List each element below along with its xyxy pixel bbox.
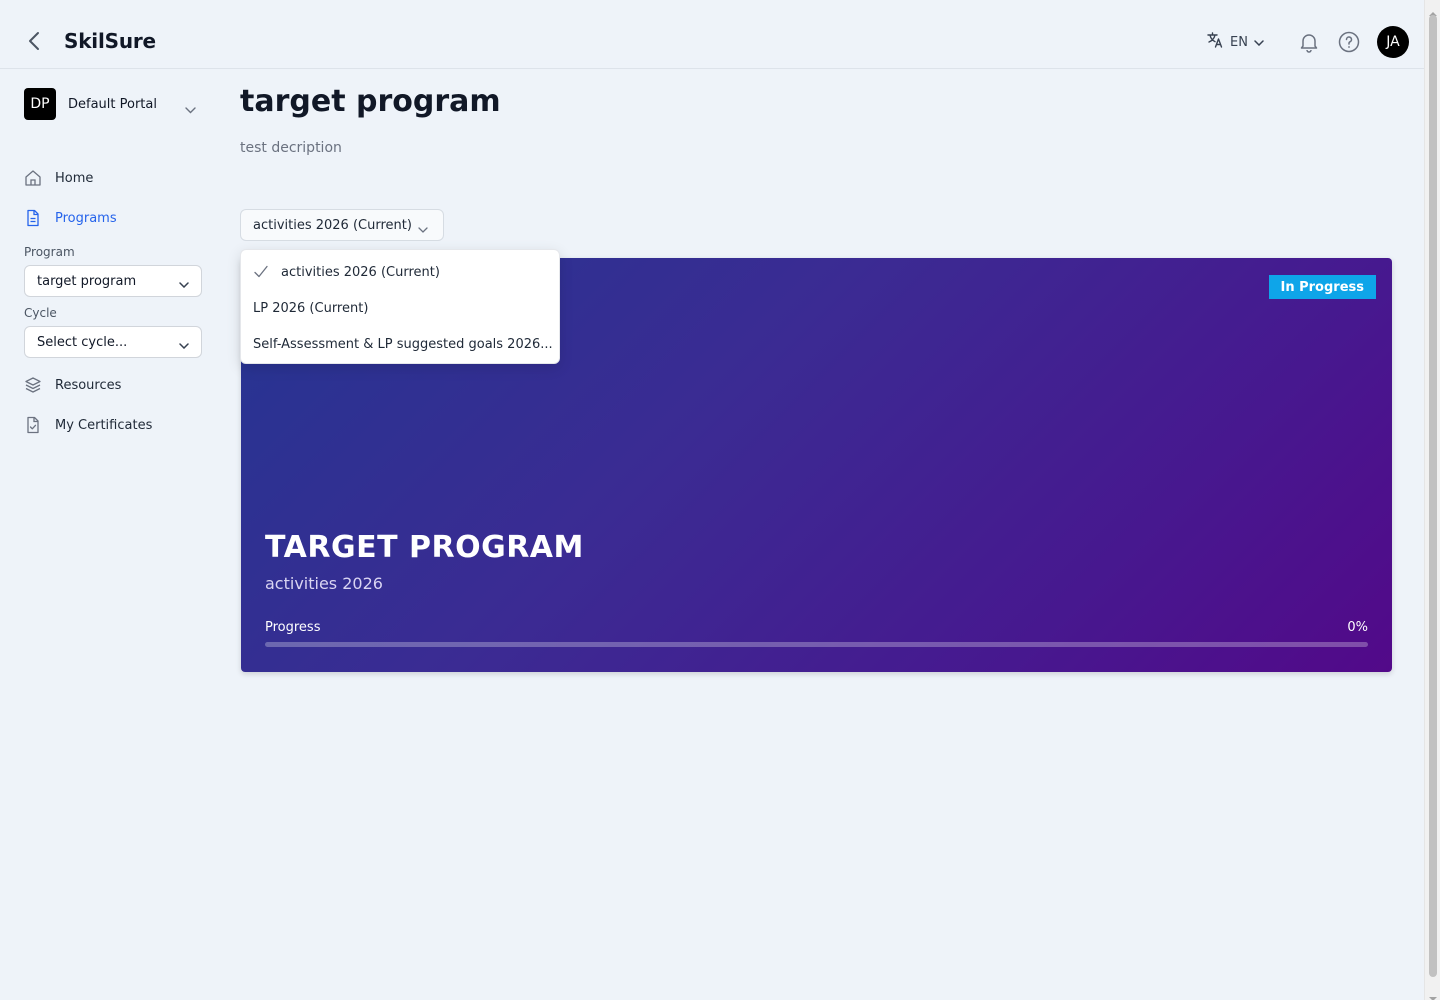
portal-switcher[interactable]: DP Default Portal	[24, 87, 204, 121]
sidebar-item-label: My Certificates	[55, 417, 153, 433]
dropdown-option-label: activities 2026 (Current)	[281, 264, 440, 280]
progress-value: 0%	[1347, 620, 1368, 635]
progress-label: Progress	[265, 620, 321, 635]
certificate-icon	[24, 416, 42, 434]
sidebar-item-label: Resources	[55, 377, 122, 393]
cycle-dropdown-value: activities 2026 (Current)	[253, 217, 412, 233]
brand-logo[interactable]: SkilSure	[64, 29, 156, 53]
user-avatar[interactable]: JA	[1377, 26, 1409, 58]
dropdown-option[interactable]: LP 2026 (Current)	[241, 290, 559, 326]
scroll-up-arrow-icon[interactable]	[1429, 3, 1437, 16]
sidebar-item-certificates[interactable]: My Certificates	[24, 413, 152, 437]
chevron-down-icon	[185, 99, 196, 118]
dropdown-option-label: LP 2026 (Current)	[253, 300, 369, 316]
chevron-down-icon	[1254, 35, 1264, 50]
cycle-dropdown-button[interactable]: activities 2026 (Current)	[240, 209, 444, 241]
dropdown-option[interactable]: activities 2026 (Current)	[241, 254, 559, 290]
sidebar-item-home[interactable]: Home	[24, 166, 93, 190]
language-label: EN	[1230, 34, 1248, 50]
cycle-label: Cycle	[24, 306, 57, 320]
sidebar-item-resources[interactable]: Resources	[24, 373, 121, 397]
portal-logo: DP	[24, 88, 56, 120]
sidebar-item-programs[interactable]: Programs	[24, 206, 117, 230]
cycle-select-value: Select cycle...	[37, 334, 128, 350]
check-icon	[253, 265, 273, 279]
document-icon	[24, 209, 42, 227]
page-title: target program	[240, 84, 501, 119]
page-scrollbar[interactable]	[1424, 0, 1440, 1000]
help-icon[interactable]	[1337, 30, 1361, 54]
scroll-down-arrow-icon[interactable]	[1429, 988, 1437, 1000]
top-header: SkilSure EN JA	[0, 0, 1424, 69]
chevron-down-icon	[179, 277, 189, 292]
progress-bar	[265, 642, 1368, 647]
home-icon	[24, 169, 42, 187]
scrollbar-thumb[interactable]	[1429, 15, 1437, 977]
chevron-down-icon	[179, 338, 189, 353]
language-selector[interactable]: EN	[1206, 30, 1264, 54]
cycle-select[interactable]: Select cycle...	[24, 326, 202, 358]
program-select[interactable]: target program	[24, 265, 202, 297]
program-label: Program	[24, 245, 75, 259]
chevron-down-icon	[418, 222, 428, 237]
dropdown-option[interactable]: Self-Assessment & LP suggested goals 202…	[241, 326, 559, 362]
hero-title: TARGET PROGRAM	[265, 530, 584, 565]
sidebar-item-label: Programs	[55, 210, 117, 226]
hero-subtitle: activities 2026	[265, 574, 383, 593]
dropdown-option-label: Self-Assessment & LP suggested goals 202…	[253, 336, 553, 352]
cycle-dropdown-menu: activities 2026 (Current) LP 2026 (Curre…	[240, 249, 560, 364]
page-description: test decription	[240, 140, 342, 156]
back-arrow-icon[interactable]	[22, 29, 46, 53]
sidebar-item-label: Home	[55, 170, 94, 186]
bell-icon[interactable]	[1297, 30, 1321, 54]
status-badge: In Progress	[1268, 275, 1376, 299]
translate-icon	[1206, 31, 1224, 53]
program-select-value: target program	[37, 273, 137, 289]
layers-icon	[24, 376, 42, 394]
portal-name: Default Portal	[68, 96, 157, 112]
